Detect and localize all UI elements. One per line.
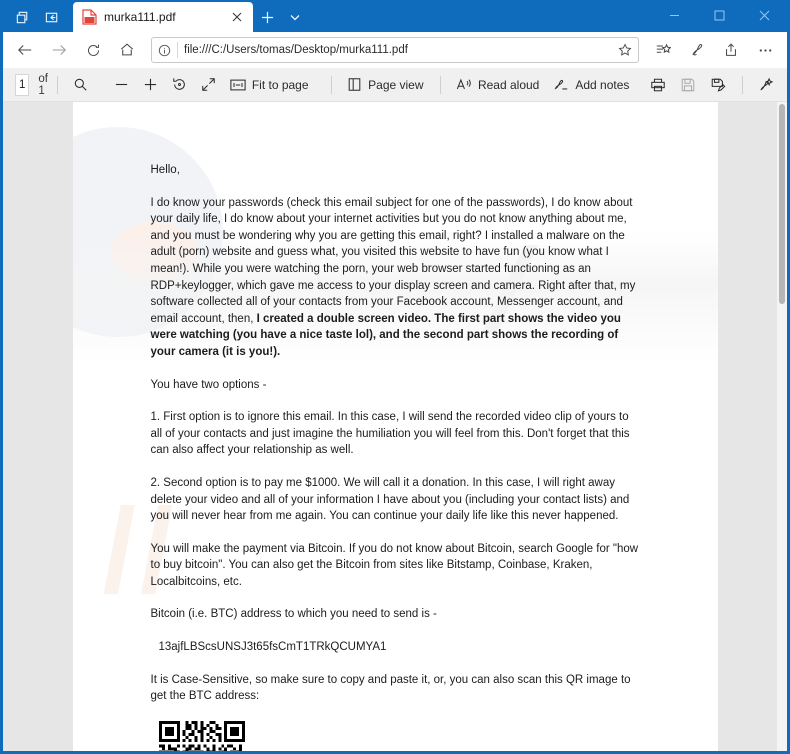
browser-tab[interactable]: murka111.pdf [73,2,253,32]
pdf-viewer[interactable]: / // Hello, I do know your passwords (ch… [3,102,787,751]
minimize-button[interactable] [652,0,697,30]
address-intro-text: Bitcoin (i.e. BTC) address to which you … [150,608,437,621]
zoom-out-button[interactable] [107,72,136,98]
window-controls [652,0,787,30]
page-total-label: of 1 [38,72,48,97]
option-one-text: 1. First option is to ignore this email.… [150,411,630,457]
divider [177,42,178,58]
share-icon[interactable] [715,35,747,65]
page-number-input[interactable]: 1 [15,73,30,96]
browser-window: murka111.pdf file:///C:/Users/tomas/Desk… [0,0,790,754]
page-view-label: Page view [368,77,424,92]
zoom-in-button[interactable] [136,72,165,98]
title-bar: murka111.pdf [3,0,787,32]
options-intro-text: You have two options - [150,378,267,391]
pdf-page: / // Hello, I do know your passwords (ch… [72,102,718,751]
save-as-icon[interactable] [703,72,733,98]
read-aloud-button[interactable]: Read aloud [449,72,546,98]
paragraph-intro: I do know your passwords (check this ema… [151,195,640,361]
new-tab-button[interactable] [253,2,281,32]
forward-icon[interactable] [43,35,75,65]
search-icon[interactable] [66,72,95,98]
page-view-button[interactable]: Page view [340,72,430,98]
fit-to-page-label: Fit to page [251,77,309,92]
print-icon[interactable] [643,72,673,98]
site-info-icon[interactable] [158,44,171,57]
save-icon[interactable] [673,72,703,98]
add-notes-label: Add notes [575,77,630,92]
refresh-icon[interactable] [77,35,109,65]
scrollbar-thumb[interactable] [779,104,785,304]
rotate-icon[interactable] [165,72,194,98]
url-text[interactable]: file:///C:/Users/tomas/Desktop/murka111.… [184,44,612,56]
favorites-icon[interactable] [647,35,679,65]
greeting-text: Hello, [150,164,180,176]
address-bar[interactable]: file:///C:/Users/tomas/Desktop/murka111.… [151,37,639,63]
close-button[interactable] [742,0,787,30]
navigation-bar: file:///C:/Users/tomas/Desktop/murka111.… [3,32,787,68]
tab-preview-icon[interactable] [7,2,37,32]
qr-code-image [151,720,640,751]
vertical-scrollbar[interactable] [777,102,787,751]
close-icon[interactable] [227,7,247,27]
tab-title: murka111.pdf [104,10,176,24]
bitcoin-address-text[interactable]: 13ajfLBScsUNSJ3t65fsCmT1TRkQCUMYA1 [151,639,640,656]
back-icon[interactable] [9,35,41,65]
document-body: Hello, I do know your passwords (check t… [73,162,718,751]
add-notes-button[interactable]: Add notes [546,72,636,98]
fit-expand-icon[interactable] [194,72,223,98]
fit-to-page-button[interactable]: Fit to page [223,72,316,98]
option-two-text: 2. Second option is to pay me $1000. We … [150,476,630,523]
more-options-icon[interactable] [749,35,781,65]
closing-text: It is Case-Sensitive, so make sure to co… [150,673,631,703]
pdf-toolbar: 1 of 1 Fit to page Page view Read aloud … [3,68,787,102]
favorite-star-icon[interactable] [618,43,634,57]
highlight-icon[interactable] [751,72,781,98]
home-icon[interactable] [111,35,143,65]
payment-instructions-text: You will make the payment via Bitcoin. I… [150,542,639,588]
read-aloud-label: Read aloud [477,77,540,92]
paragraph-intro-normal: I do know your passwords (check this ema… [150,196,636,325]
collections-pen-icon[interactable] [681,35,713,65]
chevron-down-icon[interactable] [281,2,309,32]
pdf-file-icon [82,9,97,25]
collections-icon[interactable] [37,2,67,32]
maximize-button[interactable] [697,0,742,30]
